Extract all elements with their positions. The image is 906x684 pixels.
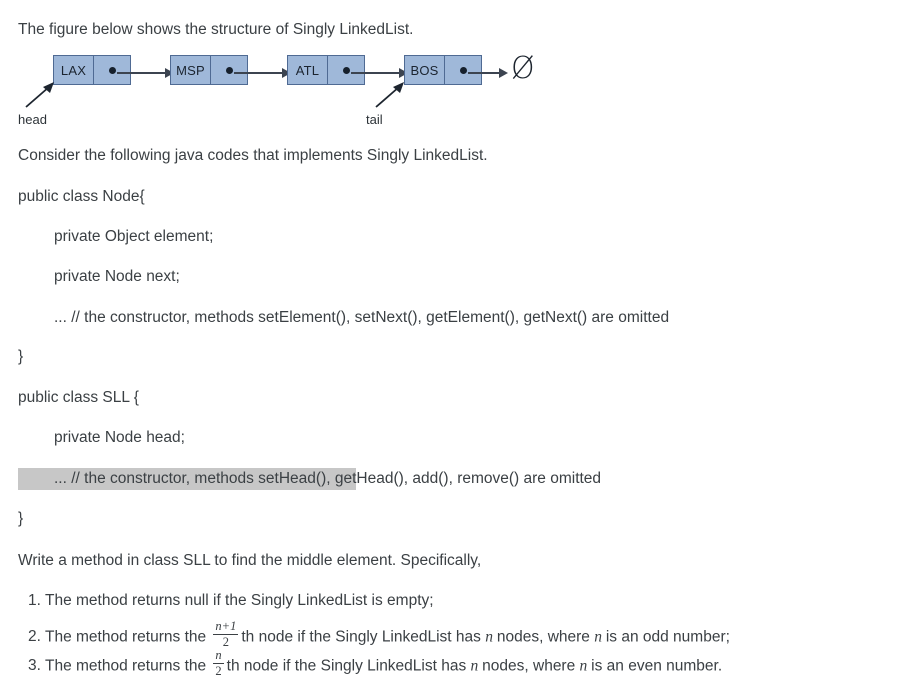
- pointer-dot-icon: [108, 66, 116, 74]
- list-item-text-b: nodes, where: [496, 628, 595, 646]
- math-var-n: n: [485, 628, 497, 646]
- pointer-dot-icon: [225, 66, 233, 74]
- code-line-node-next-field: private Node next;: [54, 268, 180, 285]
- fraction-n-plus-1-over-2: n+1 2: [213, 619, 239, 649]
- list-item-text-c: is an odd number;: [605, 628, 730, 646]
- list-item-text-before: The method returns the: [45, 628, 211, 646]
- tail-label: tail: [366, 112, 383, 127]
- figure-caption: The figure below shows the structure of …: [18, 21, 414, 38]
- math-var-n: n: [594, 628, 606, 646]
- code-line-node-class-close: }: [18, 348, 24, 365]
- code-line-sll-class-open: public class SLL {: [18, 389, 139, 406]
- list-item-number: 1.: [28, 592, 41, 609]
- node-link-arrow: [117, 68, 174, 78]
- list-item-text-a: th node if the Singly LinkedList has: [226, 657, 471, 675]
- code-line-node-omitted-comment: ... // the constructor, methods setEleme…: [54, 309, 670, 326]
- pointer-dot-icon: [342, 66, 350, 74]
- pointer-dot-icon: [459, 66, 467, 74]
- text-selection-highlight: ... // the constructor, methods setHead(…: [18, 468, 357, 490]
- list-item-number: 2.: [28, 628, 41, 646]
- document-page: The figure below shows the structure of …: [0, 0, 906, 684]
- list-item: 3. The method returns the n 2th node if th…: [28, 648, 723, 679]
- null-symbol-icon: Ø: [511, 51, 535, 86]
- selected-text: ... // the constructor, methods setHead(…: [54, 470, 357, 487]
- fraction-denominator: 2: [222, 634, 230, 649]
- list-item-text-b: nodes, where: [482, 657, 580, 675]
- fraction-numerator: n+1: [215, 619, 237, 633]
- code-line-sll-head-field: private Node head;: [54, 429, 185, 446]
- code-line-node-class-open: public class Node{: [18, 188, 145, 205]
- node-link-arrow: [351, 68, 408, 78]
- head-label: head: [18, 112, 47, 127]
- code-line-sll-omitted-comment: ... // the constructor, methods setHead(…: [18, 468, 601, 490]
- unselected-text: Head(), add(), remove() are omitted: [356, 470, 602, 487]
- fraction-numerator: n: [215, 648, 222, 662]
- list-item-text-a: th node if the Singly LinkedList has: [241, 628, 486, 646]
- node-value: LAX: [54, 56, 94, 84]
- task-prompt: Write a method in class SLL to find the …: [18, 552, 482, 569]
- singly-linked-list-diagram: LAX MSP ATL BOS Ø head tail: [0, 51, 560, 135]
- list-item-text: The method returns null if the Singly Li…: [45, 592, 434, 609]
- list-item-text-before: The method returns the: [45, 657, 211, 675]
- math-var-n: n: [579, 657, 592, 675]
- fraction-n-over-2: n2: [213, 648, 224, 678]
- null-link-arrow: [468, 68, 508, 78]
- list-item-number: 3.: [28, 657, 41, 675]
- fraction-denominator: 2: [215, 663, 222, 678]
- node-value: MSP: [171, 56, 211, 84]
- node-link-arrow: [234, 68, 291, 78]
- node-value: ATL: [288, 56, 328, 84]
- code-caption: Consider the following java codes that i…: [18, 147, 488, 164]
- tail-pointer-arrow-icon: [375, 82, 404, 108]
- list-item: 1. The method returns null if the Singly …: [28, 591, 434, 611]
- code-line-sll-class-close: }: [18, 510, 24, 527]
- node-value: BOS: [405, 56, 445, 84]
- math-var-n: n: [470, 657, 483, 675]
- list-item: 2. The method returns the n+1 2th node if …: [28, 619, 730, 650]
- head-pointer-arrow-icon: [25, 82, 54, 108]
- code-line-node-element-field: private Object element;: [54, 228, 214, 245]
- list-item-text-c: is an even number.: [591, 657, 723, 675]
